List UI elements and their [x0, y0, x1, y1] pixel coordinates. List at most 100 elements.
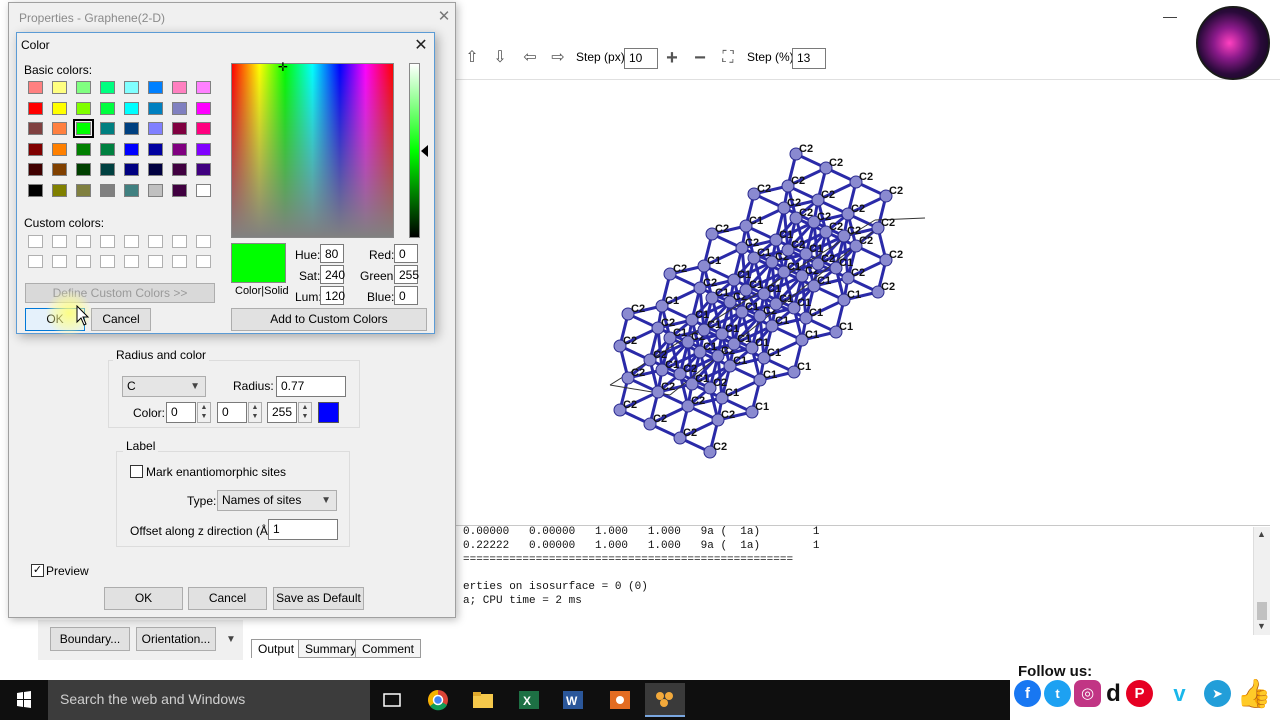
step-pct-input[interactable]: 13 [792, 48, 826, 69]
color-r-input[interactable]: 0 [166, 402, 196, 423]
basic-color-swatch[interactable] [196, 122, 211, 135]
zoom-in-icon[interactable]: + [662, 48, 682, 68]
basic-color-swatch[interactable] [100, 101, 115, 115]
custom-color-swatch[interactable] [172, 235, 187, 248]
basic-color-swatch[interactable] [100, 183, 115, 197]
custom-color-swatch[interactable] [28, 255, 43, 268]
basic-color-swatch[interactable] [76, 183, 91, 197]
basic-color-swatch[interactable] [148, 101, 163, 115]
basic-color-swatch[interactable] [52, 183, 67, 197]
basic-color-swatch[interactable] [196, 163, 211, 176]
mark-enantiomorphic-checkbox[interactable] [130, 465, 143, 478]
task-view-icon[interactable] [372, 683, 412, 717]
start-button[interactable] [0, 680, 48, 720]
basic-color-swatch[interactable] [172, 142, 187, 156]
ok-button[interactable]: OK [104, 587, 183, 610]
color-b-input[interactable]: 255 [267, 402, 297, 423]
thumbs-up-icon[interactable]: 👍 [1236, 676, 1272, 712]
excel-icon[interactable]: X [509, 683, 549, 717]
basic-color-swatch[interactable] [196, 101, 211, 115]
basic-color-swatch[interactable] [28, 183, 43, 197]
basic-color-swatch[interactable] [172, 183, 187, 197]
save-as-default-button[interactable]: Save as Default [273, 587, 364, 610]
basic-color-swatch[interactable] [172, 81, 187, 94]
step-px-input[interactable]: 10 [624, 48, 658, 69]
basic-color-swatch[interactable] [73, 119, 94, 138]
basic-color-swatch[interactable] [52, 81, 67, 94]
basic-color-swatch[interactable] [76, 81, 91, 94]
basic-color-swatch[interactable] [28, 142, 43, 156]
vimeo-icon[interactable]: v [1166, 680, 1193, 707]
luminosity-slider[interactable] [409, 63, 420, 238]
basic-color-swatch[interactable] [100, 163, 115, 176]
orientation-button[interactable]: Orientation... [136, 627, 216, 651]
basic-color-swatch[interactable] [28, 122, 43, 135]
custom-color-swatch[interactable] [124, 255, 139, 268]
dailymotion-icon[interactable]: d [1100, 680, 1127, 707]
arrow-right-icon[interactable]: ⇨ [548, 48, 568, 68]
basic-color-swatch[interactable] [196, 81, 211, 94]
chevron-down-icon[interactable]: ▼ [226, 634, 236, 645]
color-g-input[interactable]: 0 [217, 402, 247, 423]
minimize-icon[interactable]: — [1150, 4, 1190, 28]
stepper-icon[interactable]: ▲ ▼ [298, 402, 312, 423]
basic-color-swatch[interactable] [124, 163, 139, 176]
color-spectrum[interactable] [231, 63, 394, 238]
slider-arrow-icon[interactable] [421, 145, 428, 157]
basic-color-swatch[interactable] [172, 122, 187, 135]
basic-color-swatch[interactable] [52, 163, 67, 176]
basic-color-swatch[interactable] [76, 101, 91, 115]
add-to-custom-colors-button[interactable]: Add to Custom Colors [231, 308, 427, 331]
custom-color-swatch[interactable] [76, 255, 91, 268]
hue-input[interactable]: 80 [320, 244, 344, 263]
twitter-icon[interactable]: t [1044, 680, 1071, 707]
scroll-down-icon[interactable]: ▼ [1257, 621, 1266, 631]
instagram-icon[interactable]: ◎ [1074, 680, 1101, 707]
arrow-down-icon[interactable]: ⇩ [490, 48, 510, 68]
label-type-select[interactable]: Names of sites ▼ [217, 490, 337, 511]
custom-color-swatch[interactable] [148, 255, 163, 268]
custom-color-swatch[interactable] [100, 235, 115, 248]
cancel-button[interactable]: Cancel [188, 587, 267, 610]
scroll-up-icon[interactable]: ▲ [1257, 529, 1266, 539]
custom-color-swatch[interactable] [172, 255, 187, 268]
basic-color-swatch[interactable] [148, 183, 163, 197]
lum-input[interactable]: 120 [320, 286, 345, 305]
scroll-thumb[interactable] [1257, 602, 1267, 620]
custom-color-swatch[interactable] [76, 235, 91, 248]
basic-color-swatch[interactable] [52, 122, 67, 135]
basic-color-swatch[interactable] [196, 142, 211, 156]
basic-color-swatch[interactable] [28, 163, 43, 176]
basic-color-swatch[interactable] [100, 122, 115, 135]
facebook-icon[interactable]: f [1014, 680, 1041, 707]
tab-comment[interactable]: Comment [355, 639, 422, 658]
basic-color-swatch[interactable] [172, 163, 187, 176]
basic-color-swatch[interactable] [148, 142, 163, 156]
basic-color-swatch[interactable] [100, 142, 115, 156]
basic-color-swatch[interactable] [148, 163, 163, 176]
basic-color-swatch[interactable] [124, 122, 139, 135]
preview-checkbox[interactable]: ✓ [31, 564, 44, 577]
structure-viewer[interactable]: C2 C2 C2 C2 C2 C2 C2 C2 C2 C2 C2 C2 C2 C2 C2 C2 C1 C1 C1 C2… [455, 90, 1280, 525]
arrow-left-icon[interactable]: ⇦ [520, 48, 540, 68]
green-input[interactable]: 255 [394, 265, 419, 284]
file-explorer-icon[interactable] [463, 683, 503, 717]
chrome-icon[interactable] [418, 683, 458, 717]
tab-summary[interactable]: Summary [298, 639, 364, 658]
custom-color-swatch[interactable] [124, 235, 139, 248]
basic-color-swatch[interactable] [148, 122, 163, 135]
radius-input[interactable]: 0.77 [276, 376, 346, 397]
cancel-button[interactable]: Cancel [91, 308, 151, 331]
custom-color-swatch[interactable] [196, 255, 211, 268]
basic-color-swatch[interactable] [196, 183, 211, 197]
blue-input[interactable]: 0 [394, 286, 418, 305]
custom-color-swatch[interactable] [28, 235, 43, 248]
offset-input[interactable]: 1 [268, 519, 338, 540]
basic-color-swatch[interactable] [28, 81, 43, 94]
basic-color-swatch[interactable] [52, 142, 67, 156]
close-icon[interactable]: ✕ [434, 7, 454, 27]
sat-input[interactable]: 240 [320, 265, 345, 284]
basic-color-swatch[interactable] [124, 81, 139, 94]
arrow-up-icon[interactable]: ⇧ [462, 48, 482, 68]
stepper-icon[interactable]: ▲ ▼ [197, 402, 211, 423]
